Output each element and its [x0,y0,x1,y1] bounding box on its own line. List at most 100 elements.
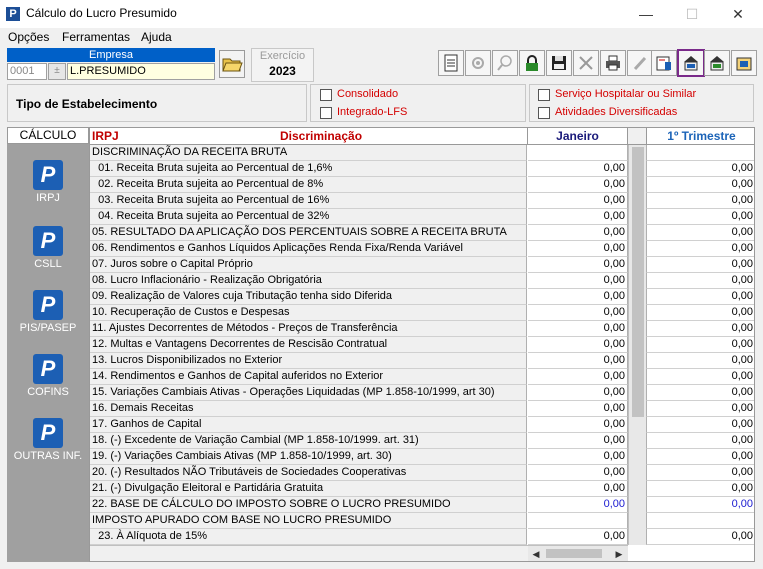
exercicio-box[interactable]: Exercício 2023 [251,48,314,82]
export-button[interactable] [731,50,757,76]
table-row[interactable]: 12. Multas e Vantagens Decorrentes de Re… [90,337,754,353]
table-row[interactable]: 06. Rendimentos e Ganhos Líquidos Aplica… [90,241,754,257]
servico-hospitalar-checkbox[interactable] [538,89,550,101]
row-value-janeiro[interactable]: 0,00 [528,401,628,417]
row-value-trimestre[interactable]: 0,00 [646,225,754,241]
row-value-janeiro[interactable]: 0,00 [528,417,628,433]
horizontal-scrollbar[interactable]: ◀ ▶ [528,545,628,561]
table-row[interactable]: 21. (-) Divulgação Eleitoral e Partidári… [90,481,754,497]
row-value-janeiro[interactable]: 0,00 [528,209,628,225]
row-value-trimestre[interactable]: 0,00 [646,465,754,481]
row-value-trimestre[interactable]: 0,00 [646,417,754,433]
row-value-janeiro[interactable]: 0,00 [528,257,628,273]
maximize-button[interactable]: ☐ [669,0,715,28]
empresa-spin-button[interactable]: ± [48,63,66,80]
calc-pis-pasep-button[interactable]: P PIS/PASEP [7,290,89,334]
calculate-button[interactable] [677,49,705,77]
table-row[interactable]: 18. (-) Excedente de Variação Cambial (M… [90,433,754,449]
empresa-code-field[interactable]: 0001 [7,63,47,80]
atividades-diversificadas-checkbox[interactable] [538,107,550,119]
row-value-trimestre[interactable]: 0,00 [646,401,754,417]
table-row[interactable]: 05. RESULTADO DA APLICAÇÃO DOS PERCENTUA… [90,225,754,241]
row-value-janeiro[interactable] [528,513,628,529]
row-value-trimestre[interactable]: 0,00 [646,257,754,273]
horizontal-scroll-thumb[interactable] [546,549,602,558]
grid-col-janeiro[interactable]: Janeiro [528,128,628,145]
table-row[interactable]: 11. Ajustes Decorrentes de Métodos - Pre… [90,321,754,337]
row-value-trimestre[interactable]: 0,00 [646,161,754,177]
row-value-janeiro[interactable]: 0,00 [528,369,628,385]
close-button[interactable]: ✕ [715,0,761,28]
row-value-trimestre[interactable]: 0,00 [646,209,754,225]
row-value-trimestre[interactable]: 0,00 [646,385,754,401]
row-value-janeiro[interactable]: 0,00 [528,225,628,241]
table-row[interactable]: 23. À Alíquota de 15% 0,00 0,00 [90,529,754,545]
row-value-trimestre[interactable]: 0,00 [646,353,754,369]
calc-csll-button[interactable]: P CSLL [7,226,89,270]
row-value-trimestre[interactable]: 0,00 [646,193,754,209]
row-value-trimestre[interactable]: 0,00 [646,305,754,321]
menu-opcoes[interactable]: Opções [8,30,49,44]
row-value-janeiro[interactable]: 0,00 [528,177,628,193]
row-value-janeiro[interactable]: 0,00 [528,337,628,353]
search-button[interactable] [492,50,518,76]
row-value-janeiro[interactable]: 0,00 [528,433,628,449]
table-row[interactable]: DISCRIMINAÇÃO DA RECEITA BRUTA [90,145,754,161]
row-value-janeiro[interactable]: 0,00 [528,289,628,305]
table-row[interactable]: 19. (-) Variações Cambiais Ativas (MP 1.… [90,449,754,465]
row-value-trimestre[interactable]: 0,00 [646,481,754,497]
row-value-janeiro[interactable]: 0,00 [528,321,628,337]
grid-col-trimestre[interactable]: 1º Trimestre [646,128,754,145]
row-value-janeiro[interactable]: 0,00 [528,385,628,401]
calculate-all-button[interactable] [704,50,730,76]
table-row[interactable]: 09. Realização de Valores cuja Tributaçã… [90,289,754,305]
table-row[interactable]: 22. BASE DE CÁLCULO DO IMPOSTO SOBRE O L… [90,497,754,513]
print-button[interactable] [600,50,626,76]
row-value-janeiro[interactable]: 0,00 [528,193,628,209]
row-value-janeiro[interactable]: 0,00 [528,497,628,513]
row-value-trimestre[interactable]: 0,00 [646,337,754,353]
table-row[interactable]: 10. Recuperação de Custos e Despesas 0,00… [90,305,754,321]
settings-button[interactable] [465,50,491,76]
edit-button[interactable] [627,50,653,76]
table-row[interactable]: 02. Receita Bruta sujeita ao Percentual … [90,177,754,193]
lock-button[interactable] [519,50,545,76]
scroll-left-icon[interactable]: ◀ [529,547,543,561]
row-value-janeiro[interactable]: 0,00 [528,353,628,369]
row-value-trimestre[interactable] [646,513,754,529]
row-value-trimestre[interactable]: 0,00 [646,449,754,465]
calc-cofins-button[interactable]: P COFINS [7,354,89,398]
table-row[interactable]: 04. Receita Bruta sujeita ao Percentual … [90,209,754,225]
table-row[interactable]: 08. Lucro Inflacionário - Realização Obr… [90,273,754,289]
table-row[interactable]: 01. Receita Bruta sujeita ao Percentual … [90,161,754,177]
empresa-name-field[interactable]: L.PRESUMIDO [67,63,215,80]
row-value-janeiro[interactable]: 0,00 [528,161,628,177]
row-value-janeiro[interactable]: 0,00 [528,529,628,545]
table-row[interactable]: 07. Juros sobre o Capital Próprio 0,00 0,0… [90,257,754,273]
row-value-trimestre[interactable]: 0,00 [646,497,754,513]
minimize-button[interactable]: — [623,0,669,28]
delete-button[interactable] [573,50,599,76]
row-value-janeiro[interactable]: 0,00 [528,273,628,289]
calc-outras-inf-button[interactable]: P OUTRAS INF. [7,418,89,462]
row-value-janeiro[interactable]: 0,00 [528,305,628,321]
table-row[interactable]: 16. Demais Receitas 0,00 0,00 [90,401,754,417]
calc-irpj-button[interactable]: P IRPJ [7,160,89,204]
table-row[interactable]: 13. Lucros Disponibilizados no Exterior 0… [90,353,754,369]
row-value-trimestre[interactable]: 0,00 [646,177,754,193]
table-row[interactable]: 15. Variações Cambiais Ativas - Operaçõe… [90,385,754,401]
row-value-janeiro[interactable]: 0,00 [528,449,628,465]
row-value-trimestre[interactable]: 0,00 [646,241,754,257]
consolidado-checkbox[interactable] [320,89,332,101]
menu-ajuda[interactable]: Ajuda [141,30,172,44]
table-row[interactable]: 20. (-) Resultados NÃO Tributáveis de So… [90,465,754,481]
row-value-janeiro[interactable]: 0,00 [528,465,628,481]
vertical-scroll-thumb[interactable] [632,147,644,417]
row-value-trimestre[interactable]: 0,00 [646,369,754,385]
row-value-janeiro[interactable] [528,145,628,161]
row-value-trimestre[interactable]: 0,00 [646,321,754,337]
integrado-lfs-checkbox[interactable] [320,107,332,119]
table-row[interactable]: 14. Rendimentos e Ganhos de Capital aufe… [90,369,754,385]
row-value-trimestre[interactable] [646,145,754,161]
row-value-janeiro[interactable]: 0,00 [528,481,628,497]
